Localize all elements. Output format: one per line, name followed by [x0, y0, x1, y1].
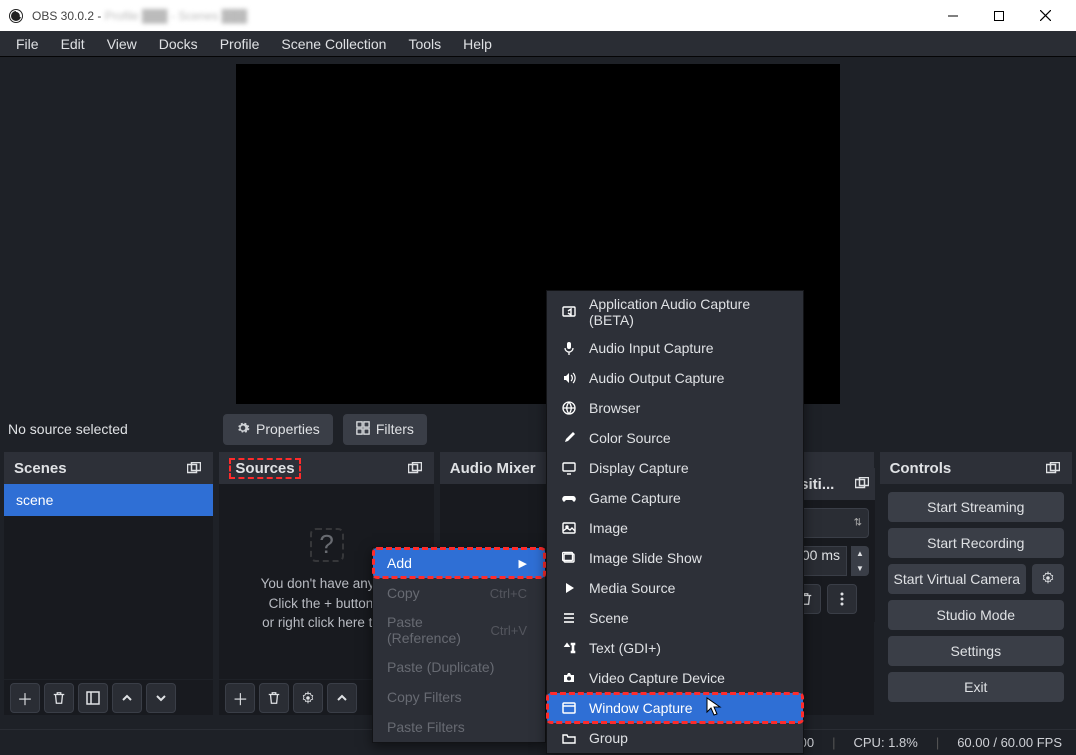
- context-menu-paste-filters: Paste Filters: [373, 712, 545, 742]
- remove-source-button[interactable]: [259, 683, 289, 713]
- close-button[interactable]: [1022, 0, 1068, 31]
- status-fps: 60.00 / 60.00 FPS: [957, 735, 1062, 750]
- start-virtual-camera-button[interactable]: Start Virtual Camera: [888, 564, 1026, 594]
- menu-docks[interactable]: Docks: [149, 33, 208, 55]
- controls-header[interactable]: Controls: [880, 452, 1072, 484]
- move-scene-down-button[interactable]: [146, 683, 176, 713]
- maximize-button[interactable]: [976, 0, 1022, 31]
- start-recording-button[interactable]: Start Recording: [888, 528, 1064, 558]
- monitor-icon: [561, 460, 577, 476]
- move-scene-up-button[interactable]: [112, 683, 142, 713]
- camera-icon: [561, 670, 577, 686]
- folder-icon: [561, 730, 577, 746]
- source-toolbar: No source selected Properties Filters: [0, 406, 1076, 452]
- chevron-right-icon: ▶: [519, 557, 527, 570]
- sources-title-highlight: Sources: [229, 458, 300, 479]
- menu-edit[interactable]: Edit: [51, 33, 95, 55]
- gear-icon: [236, 421, 250, 438]
- play-icon: [561, 580, 577, 596]
- popout-icon[interactable]: [855, 476, 869, 493]
- chevron-down-icon[interactable]: ▼: [851, 561, 869, 576]
- title-bar: OBS 30.0.2 - Profile ███ - Scenes ███: [0, 0, 1076, 31]
- scene-item[interactable]: scene: [4, 484, 213, 516]
- preview-area: [0, 57, 1076, 406]
- window-title: OBS 30.0.2 - Profile ███ - Scenes ███: [32, 9, 247, 23]
- chevron-up-icon[interactable]: ▲: [851, 546, 869, 561]
- move-source-up-button[interactable]: [327, 683, 357, 713]
- obs-logo-icon: [8, 8, 24, 24]
- transition-properties-button[interactable]: [827, 584, 857, 614]
- duration-spinner[interactable]: ▲▼: [851, 546, 869, 576]
- empty-sources-icon: ?: [310, 528, 344, 562]
- add-source-submenu: Application Audio Capture (BETA) Audio I…: [546, 290, 804, 754]
- context-menu-copy-filters: Copy Filters: [373, 682, 545, 712]
- menu-tools[interactable]: Tools: [398, 33, 451, 55]
- add-source-button[interactable]: ＋: [225, 683, 255, 713]
- list-icon: [561, 610, 577, 626]
- source-properties-button[interactable]: [293, 683, 323, 713]
- add-display-capture[interactable]: Display Capture: [547, 453, 803, 483]
- slideshow-icon: [561, 550, 577, 566]
- add-text-gdi[interactable]: Text (GDI+): [547, 633, 803, 663]
- image-icon: [561, 520, 577, 536]
- speaker-icon: [561, 370, 577, 386]
- add-media-source[interactable]: Media Source: [547, 573, 803, 603]
- virtual-camera-settings-button[interactable]: [1032, 564, 1064, 594]
- menu-scene-collection[interactable]: Scene Collection: [271, 33, 396, 55]
- app-audio-icon: [561, 304, 577, 320]
- brush-icon: [561, 430, 577, 446]
- menu-profile[interactable]: Profile: [210, 33, 270, 55]
- add-scene-button[interactable]: ＋: [10, 683, 40, 713]
- context-menu-copy: CopyCtrl+C: [373, 578, 545, 608]
- scenes-header[interactable]: Scenes: [4, 452, 213, 484]
- gamepad-icon: [561, 490, 577, 506]
- scenes-dock: Scenes scene ＋: [4, 452, 213, 715]
- start-streaming-button[interactable]: Start Streaming: [888, 492, 1064, 522]
- add-game-capture[interactable]: Game Capture: [547, 483, 803, 513]
- add-group[interactable]: Group: [547, 723, 803, 753]
- exit-button[interactable]: Exit: [888, 672, 1064, 702]
- add-scene[interactable]: Scene: [547, 603, 803, 633]
- context-menu-paste-duplicate: Paste (Duplicate): [373, 652, 545, 682]
- status-cpu: CPU: 1.8%: [854, 735, 918, 750]
- sources-context-menu: Add▶ CopyCtrl+C Paste (Reference)Ctrl+V …: [372, 547, 546, 743]
- filters-button[interactable]: Filters: [343, 414, 427, 445]
- text-icon: [561, 640, 577, 656]
- add-browser[interactable]: Browser: [547, 393, 803, 423]
- add-image[interactable]: Image: [547, 513, 803, 543]
- source-status-text: No source selected: [8, 421, 213, 437]
- add-video-capture-device[interactable]: Video Capture Device: [547, 663, 803, 693]
- add-application-audio-capture[interactable]: Application Audio Capture (BETA): [547, 291, 803, 333]
- add-audio-input-capture[interactable]: Audio Input Capture: [547, 333, 803, 363]
- context-menu-add[interactable]: Add▶: [373, 548, 545, 578]
- chevron-updown-icon: ⇅: [854, 518, 862, 529]
- minimize-button[interactable]: [930, 0, 976, 31]
- menu-bar: File Edit View Docks Profile Scene Colle…: [0, 31, 1076, 57]
- gear-icon: [1041, 571, 1055, 588]
- microphone-icon: [561, 340, 577, 356]
- popout-icon[interactable]: [406, 461, 424, 475]
- studio-mode-button[interactable]: Studio Mode: [888, 600, 1064, 630]
- remove-scene-button[interactable]: [44, 683, 74, 713]
- window-icon: [561, 700, 577, 716]
- menu-help[interactable]: Help: [453, 33, 502, 55]
- context-menu-paste-reference: Paste (Reference)Ctrl+V: [373, 608, 545, 652]
- add-image-slide-show[interactable]: Image Slide Show: [547, 543, 803, 573]
- add-window-capture[interactable]: Window Capture: [547, 693, 803, 723]
- popout-icon[interactable]: [1044, 461, 1062, 475]
- filters-icon: [356, 421, 370, 438]
- menu-view[interactable]: View: [97, 33, 147, 55]
- sources-header[interactable]: Sources: [219, 452, 433, 484]
- add-color-source[interactable]: Color Source: [547, 423, 803, 453]
- menu-file[interactable]: File: [6, 33, 49, 55]
- popout-icon[interactable]: [185, 461, 203, 475]
- properties-button[interactable]: Properties: [223, 414, 333, 445]
- controls-dock: Controls Start Streaming Start Recording…: [880, 452, 1072, 715]
- globe-icon: [561, 400, 577, 416]
- scenes-list[interactable]: scene: [4, 484, 213, 679]
- add-audio-output-capture[interactable]: Audio Output Capture: [547, 363, 803, 393]
- scene-filters-button[interactable]: [78, 683, 108, 713]
- settings-button[interactable]: Settings: [888, 636, 1064, 666]
